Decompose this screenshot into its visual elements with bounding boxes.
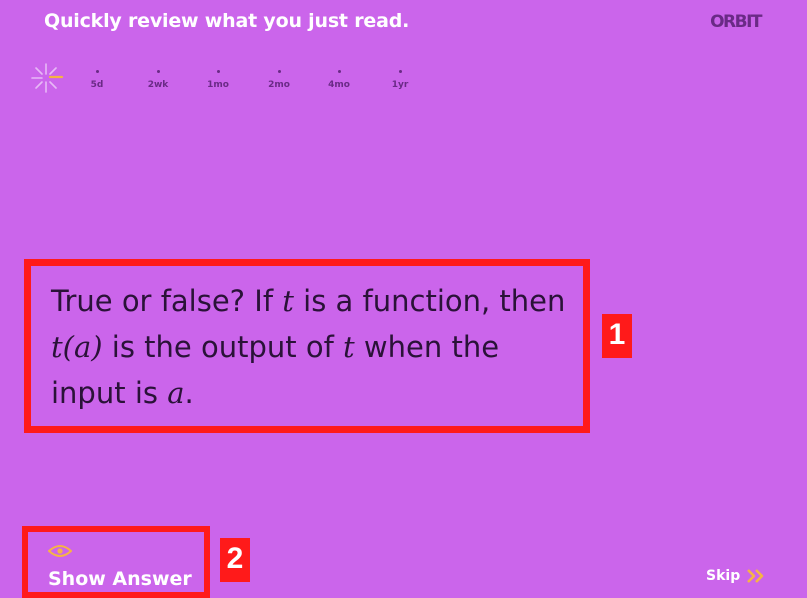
starburst-icon — [31, 63, 64, 93]
orbit-logo: ORBIT — [710, 12, 762, 32]
timeline-tick: 1yr — [385, 70, 415, 90]
page-title: Quickly review what you just read. — [44, 10, 410, 32]
question-fragment: . — [184, 376, 194, 410]
eye-icon — [48, 545, 72, 557]
review-timeline: 5d 2wk 1mo 2mo 4mo 1yr — [28, 60, 428, 100]
tick-label: 5d — [90, 80, 104, 90]
question-fragment: True or false? If — [51, 284, 283, 318]
timeline-tick: 4mo — [324, 70, 354, 90]
math-variable: t — [343, 330, 355, 364]
tick-label: 2wk — [147, 80, 169, 90]
timeline-tick: 5d — [82, 70, 112, 90]
math-expression: t(a) — [51, 330, 103, 364]
tick-label: 1mo — [207, 80, 229, 90]
question-text: True or false? If t is a function, then … — [51, 278, 571, 416]
tick-label: 2mo — [268, 80, 290, 90]
double-chevron-right-icon — [747, 569, 764, 583]
timeline-tick: 2wk — [143, 70, 173, 90]
show-answer-label: Show Answer — [48, 568, 192, 590]
question-fragment: is the output of — [102, 330, 344, 364]
math-variable: a — [167, 376, 185, 410]
question-fragment: is a function, then — [293, 284, 566, 318]
math-variable: t — [282, 284, 294, 318]
question-card: True or false? If t is a function, then … — [24, 259, 590, 433]
tick-label: 1yr — [391, 80, 409, 90]
timeline-tick: 2mo — [264, 70, 294, 90]
annotation-badge: 1 — [602, 314, 632, 358]
timeline-tick: 1mo — [203, 70, 233, 90]
tick-label: 4mo — [328, 80, 350, 90]
skip-label: Skip — [706, 568, 741, 584]
annotation-badge: 2 — [220, 538, 250, 582]
show-answer-button[interactable]: Show Answer — [22, 526, 210, 598]
skip-button[interactable]: Skip — [706, 564, 766, 588]
